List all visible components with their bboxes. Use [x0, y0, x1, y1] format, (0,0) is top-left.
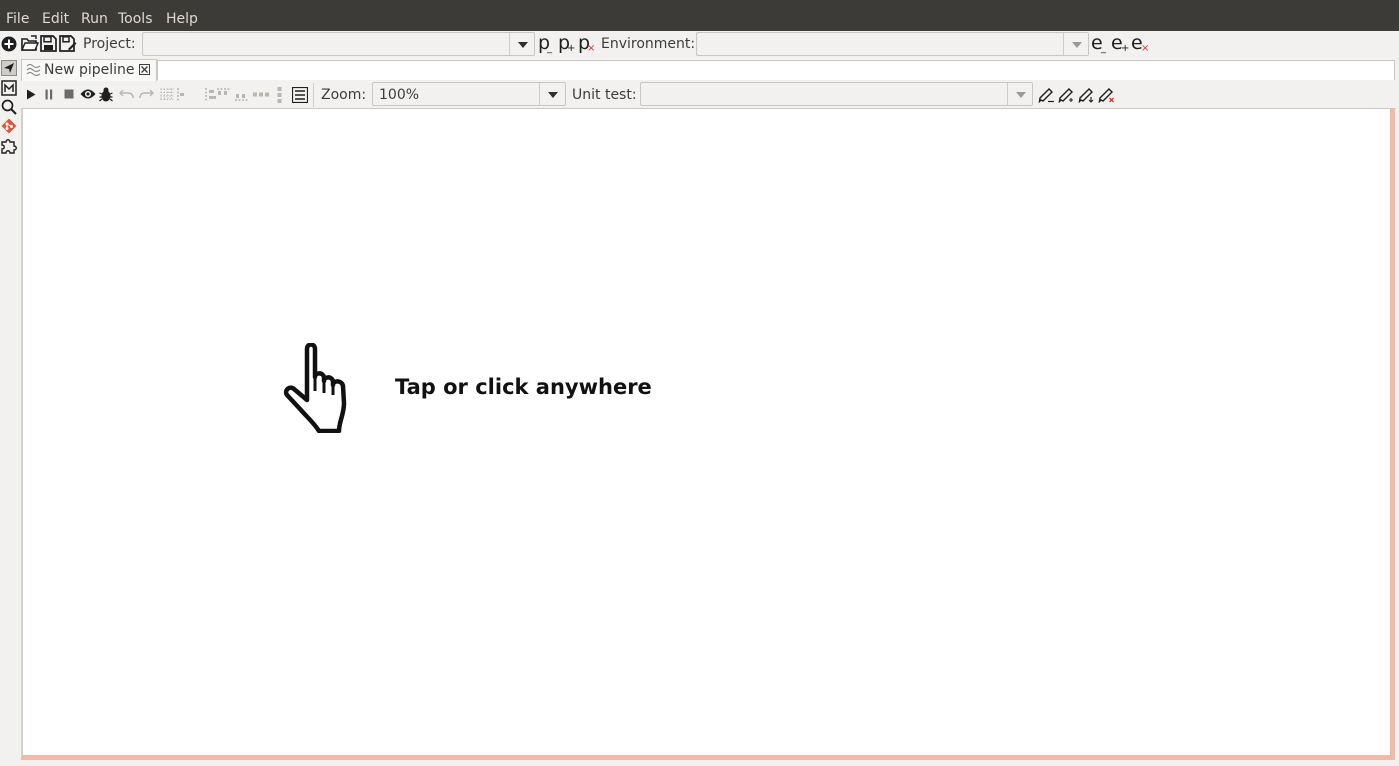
tab-label: New pipeline — [44, 62, 135, 78]
align-right-icon[interactable] — [205, 88, 217, 101]
project-combo[interactable] — [142, 32, 535, 56]
save-as-icon[interactable] — [59, 35, 77, 52]
main-toolbar: Project: p _ p + p × Environment: e _ e + e × — [0, 31, 1399, 57]
zoom-value: 100% — [379, 87, 420, 103]
pipeline-toolbar: Zoom: 100% Unit test: — [21, 81, 1396, 109]
add-unit-test-alt-icon[interactable] — [1078, 86, 1095, 103]
zoom-combo[interactable]: 100% — [372, 82, 566, 106]
search-icon[interactable] — [1, 99, 17, 115]
metadata-perspective-icon[interactable] — [1, 80, 17, 96]
edit-unit-test-icon[interactable] — [1038, 86, 1055, 103]
menu-tools[interactable]: Tools — [118, 11, 153, 27]
pipeline-icon — [26, 63, 41, 77]
align-left-icon[interactable] — [177, 88, 185, 101]
toggle-panel-icon[interactable] — [292, 87, 308, 103]
undo-icon[interactable] — [119, 88, 134, 100]
run-icon[interactable] — [26, 89, 36, 100]
zoom-label: Zoom: — [321, 87, 367, 103]
delete-unit-test-icon[interactable] — [1098, 86, 1115, 103]
environment-combo[interactable] — [696, 32, 1089, 56]
add-unit-test-icon[interactable] — [1058, 86, 1075, 103]
pause-icon[interactable] — [45, 89, 53, 100]
debug-icon[interactable] — [99, 87, 113, 102]
edit-project-icon[interactable]: p _ — [538, 34, 552, 54]
add-environment-icon[interactable]: e + — [1111, 34, 1129, 54]
delete-project-icon[interactable]: p × — [578, 34, 595, 54]
snap-to-grid-icon[interactable] — [160, 88, 174, 101]
menu-file[interactable]: File — [6, 11, 29, 27]
distribute-horizontal-icon[interactable] — [253, 92, 269, 97]
environment-label: Environment: — [601, 36, 696, 52]
edit-environment-icon[interactable]: e _ — [1091, 34, 1106, 54]
tab-new-pipeline[interactable]: New pipeline — [21, 59, 157, 81]
unit-test-label: Unit test: — [572, 87, 637, 103]
pipeline-canvas[interactable]: Tap or click anywhere — [21, 109, 1395, 760]
pipeline-perspective-icon[interactable] — [1, 60, 17, 76]
stop-icon[interactable] — [64, 89, 74, 99]
close-icon[interactable] — [139, 64, 150, 75]
open-icon[interactable] — [21, 35, 39, 52]
menu-help[interactable]: Help — [166, 11, 198, 27]
align-bottom-icon[interactable] — [235, 93, 249, 101]
redo-icon[interactable] — [139, 88, 154, 100]
chevron-down-icon[interactable] — [1072, 42, 1082, 48]
chevron-down-icon[interactable] — [518, 42, 528, 48]
git-icon[interactable] — [1, 118, 17, 134]
chevron-down-icon[interactable] — [1016, 92, 1026, 98]
menu-run[interactable]: Run — [81, 11, 108, 27]
perspective-bar — [0, 58, 19, 766]
delete-environment-icon[interactable]: e × — [1131, 34, 1149, 54]
distribute-vertical-icon[interactable] — [277, 87, 282, 103]
save-icon[interactable] — [40, 35, 57, 52]
menubar: File Edit Run Tools Help — [0, 0, 1399, 31]
canvas-hint-text: Tap or click anywhere — [395, 375, 652, 399]
plugin-icon[interactable] — [0, 137, 18, 154]
chevron-down-icon[interactable] — [548, 92, 558, 98]
align-top-icon[interactable] — [217, 88, 231, 96]
unit-test-combo[interactable] — [640, 82, 1033, 106]
menu-edit[interactable]: Edit — [42, 11, 69, 27]
preview-icon[interactable] — [80, 88, 96, 100]
new-icon[interactable] — [1, 36, 17, 52]
project-label: Project: — [83, 36, 136, 52]
add-project-icon[interactable]: p + — [558, 34, 575, 54]
tab-bar: New pipeline — [19, 58, 1399, 81]
pointing-hand-icon — [283, 343, 347, 433]
